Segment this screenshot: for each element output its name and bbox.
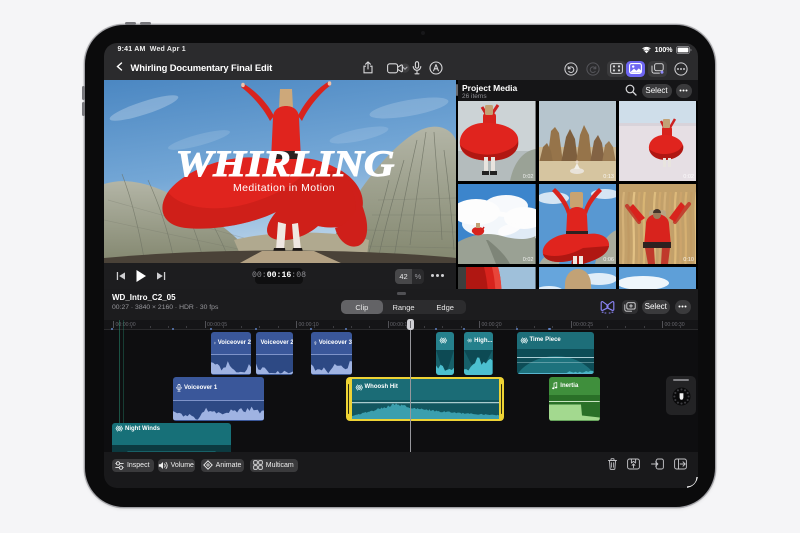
svg-text:WHIRLING: WHIRLING (175, 144, 394, 185)
svg-text:Meditation in Motion: Meditation in Motion (233, 182, 335, 194)
